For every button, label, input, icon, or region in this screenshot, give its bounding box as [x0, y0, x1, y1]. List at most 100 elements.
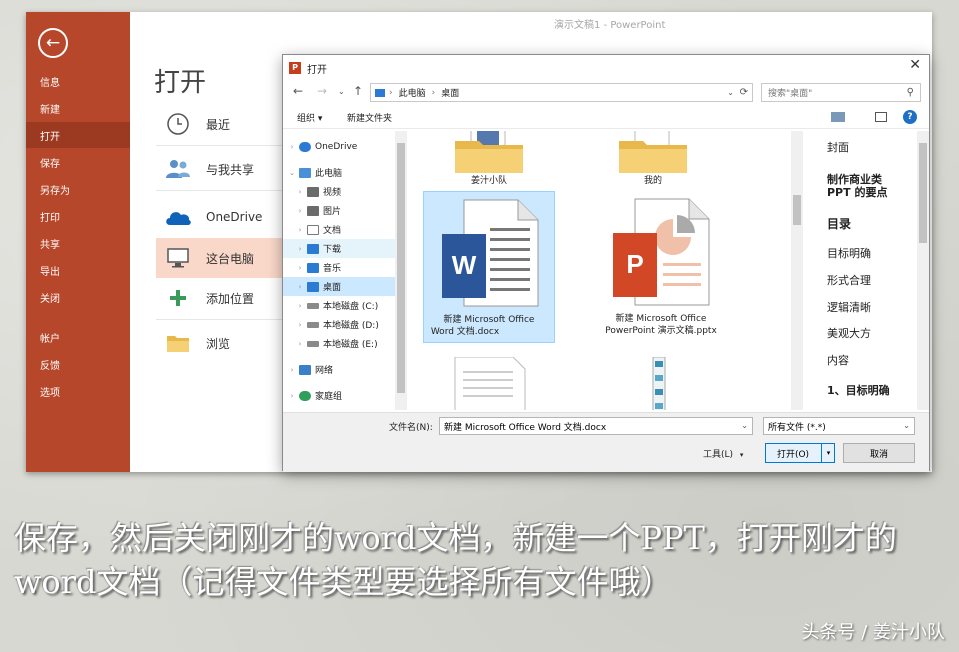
help-icon[interactable]: ?	[903, 110, 917, 124]
chevron-right-icon[interactable]: ›	[295, 302, 305, 310]
nav-save[interactable]: 保存	[26, 149, 130, 175]
word-document-icon: W	[442, 199, 539, 307]
tree-scrollbar[interactable]	[395, 131, 407, 410]
nav-feedback[interactable]: 反馈	[26, 351, 130, 377]
tree-item-documents[interactable]: › 文档	[283, 220, 395, 239]
location-recent[interactable]: 最近	[156, 104, 284, 144]
location-add-place[interactable]: 添加位置	[156, 278, 284, 318]
file-list-scrollbar[interactable]	[791, 131, 803, 410]
nav-account[interactable]: 帐户	[26, 324, 130, 350]
nav-new[interactable]: 新建	[26, 95, 130, 121]
preview-scrollbar[interactable]	[917, 131, 929, 410]
file-type-select[interactable]: 所有文件 (*.*) ⌄	[763, 417, 915, 435]
file-name-line2: Word 文档.docx	[430, 327, 500, 337]
nav-print[interactable]: 打印	[26, 203, 130, 229]
preview-pane-icon[interactable]	[875, 112, 887, 122]
recent-dropdown-icon[interactable]: ⌄	[338, 87, 345, 96]
location-onedrive[interactable]: OneDrive	[156, 197, 284, 237]
dialog-titlebar: P 打开	[289, 59, 327, 77]
drive-icon	[307, 321, 319, 328]
tree-item-downloads[interactable]: › 下载	[283, 239, 395, 258]
file-item-text[interactable]	[449, 356, 529, 410]
tree-item-onedrive[interactable]: › OneDrive	[283, 137, 395, 156]
page-title: 打开	[154, 68, 207, 98]
caption-text: 保存，然后关闭刚才的word文档，新建一个PPT，打开刚才的word文档（记得文…	[14, 519, 897, 601]
computer-icon	[164, 244, 192, 272]
search-input[interactable]: 搜索"桌面" ⚲	[761, 83, 921, 102]
chevron-down-icon[interactable]: ⌄	[727, 88, 734, 97]
powerpoint-icon: P	[289, 62, 301, 74]
tree-item-drive-e[interactable]: › 本地磁盘 (E:)	[283, 334, 395, 353]
file-item-word-doc[interactable]: W 新建 Microsoft Office Word 文档.docx	[423, 191, 555, 343]
file-item-folder[interactable]: 我的	[603, 131, 703, 189]
dialog-toolbar: 组织 ▾ 新建文件夹 ?	[283, 107, 929, 129]
forward-icon[interactable]: →	[317, 84, 327, 98]
video-icon	[307, 186, 319, 197]
chevron-right-icon[interactable]: ›	[295, 264, 305, 272]
chevron-right-icon[interactable]: ›	[287, 143, 297, 151]
tree-item-desktop[interactable]: › 桌面	[283, 277, 395, 296]
refresh-icon[interactable]: ⟳	[740, 87, 748, 98]
scrollbar-thumb[interactable]	[793, 195, 801, 225]
tools-button[interactable]: 工具(L) ▾	[703, 447, 743, 460]
organize-button[interactable]: 组织 ▾	[297, 111, 322, 124]
location-label: 这台电脑	[206, 251, 255, 266]
nav-info[interactable]: 信息	[26, 68, 130, 94]
tree-label: 网络	[315, 366, 334, 376]
chevron-right-icon[interactable]: ›	[295, 188, 305, 196]
chevron-right-icon[interactable]: ›	[295, 283, 305, 291]
chevron-down-icon[interactable]: ⌄	[287, 169, 297, 177]
new-folder-button[interactable]: 新建文件夹	[347, 111, 392, 124]
tree-item-network[interactable]: › 网络	[283, 360, 395, 379]
chevron-right-icon[interactable]: ›	[295, 207, 305, 215]
scrollbar-thumb[interactable]	[919, 143, 927, 243]
tree-item-videos[interactable]: › 视频	[283, 182, 395, 201]
address-bar[interactable]: › 此电脑 › 桌面 ⌄ ⟳	[370, 83, 753, 102]
location-browse[interactable]: 浏览	[156, 323, 284, 363]
location-shared[interactable]: 与我共享	[156, 149, 284, 189]
back-arrow-icon[interactable]: ←	[38, 28, 68, 58]
network-icon	[299, 364, 311, 375]
chevron-right-icon[interactable]: ›	[295, 321, 305, 329]
nav-options[interactable]: 选项	[26, 378, 130, 404]
preview-text: PPT 的要点	[827, 186, 888, 199]
svg-text:P: P	[626, 249, 643, 279]
nav-save-as[interactable]: 另存为	[26, 176, 130, 202]
file-item-folder[interactable]: 姜汁小队	[439, 131, 539, 189]
chevron-right-icon[interactable]: ›	[287, 392, 297, 400]
address-row: ← → ⌄ ↑ › 此电脑 › 桌面 ⌄ ⟳ 搜索"桌面" ⚲	[283, 81, 929, 103]
breadcrumb-this-pc[interactable]: 此电脑	[399, 86, 426, 99]
file-name: 姜汁小队	[470, 176, 507, 186]
view-options-icon[interactable]	[831, 112, 845, 122]
tree-item-drive-d[interactable]: › 本地磁盘 (D:)	[283, 315, 395, 334]
tree-item-pictures[interactable]: › 图片	[283, 201, 395, 220]
tree-item-homegroup[interactable]: › 家庭组	[283, 386, 395, 405]
cancel-button[interactable]: 取消	[843, 443, 915, 463]
nav-export[interactable]: 导出	[26, 257, 130, 283]
tree-item-music[interactable]: › 音乐	[283, 258, 395, 277]
tree-item-drive-c[interactable]: › 本地磁盘 (C:)	[283, 296, 395, 315]
file-name-input[interactable]: 新建 Microsoft Office Word 文档.docx ⌄	[439, 417, 753, 435]
chevron-right-icon[interactable]: ›	[295, 226, 305, 234]
scrollbar-thumb[interactable]	[397, 143, 405, 393]
nav-share[interactable]: 共享	[26, 230, 130, 256]
close-icon[interactable]: ✕	[909, 57, 921, 73]
chevron-right-icon[interactable]: ›	[295, 340, 305, 348]
breadcrumb-desktop[interactable]: 桌面	[441, 86, 459, 99]
chevron-right-icon[interactable]: ›	[295, 245, 305, 253]
file-item-ppt[interactable]: P 新建 Microsoft Office PowerPoint 演示文稿.pp…	[595, 191, 727, 343]
tree-item-this-pc[interactable]: ⌄ 此电脑	[283, 163, 395, 182]
nav-close[interactable]: 关闭	[26, 284, 130, 310]
chevron-right-icon[interactable]: ›	[287, 366, 297, 374]
plus-icon	[164, 284, 192, 312]
back-icon[interactable]: ←	[293, 84, 303, 98]
file-item-image[interactable]	[645, 356, 675, 410]
nav-open[interactable]: 打开	[26, 122, 130, 148]
open-options-arrow-icon[interactable]: ▾	[821, 443, 835, 463]
tree-label: 此电脑	[315, 169, 343, 179]
chevron-down-icon[interactable]: ⌄	[741, 421, 748, 430]
location-this-pc[interactable]: 这台电脑	[156, 238, 284, 278]
chevron-down-icon[interactable]: ⌄	[903, 421, 910, 430]
file-name-line1: 新建 Microsoft Office	[443, 315, 535, 325]
up-icon[interactable]: ↑	[353, 84, 363, 98]
